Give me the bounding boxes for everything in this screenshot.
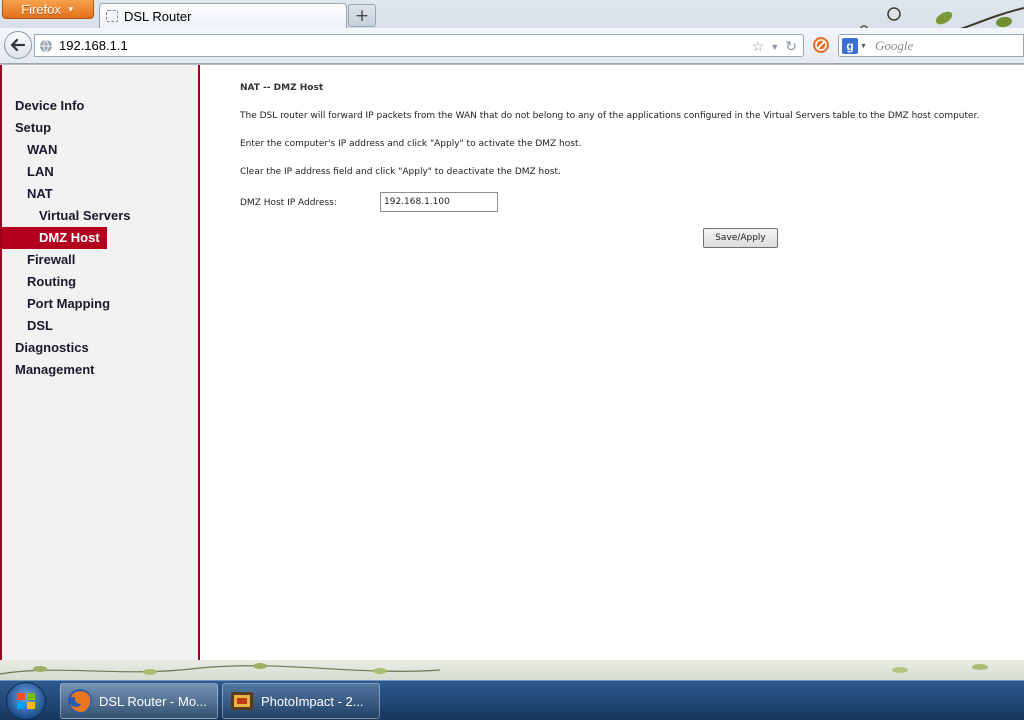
firefox-menu-button[interactable]: Firefox ▼: [2, 0, 94, 19]
sidebar-menu: Device Info Setup WAN LAN NAT Virtual Se…: [2, 95, 198, 381]
windows-logo-icon: [17, 693, 35, 709]
navigation-toolbar: 192.168.1.1 ☆ ▼ ↻ g ▼ Google: [0, 28, 1024, 63]
dmz-ip-input[interactable]: [380, 192, 498, 212]
page-favicon-icon: [106, 10, 118, 22]
router-page: Device Info Setup WAN LAN NAT Virtual Se…: [0, 64, 1024, 661]
sidebar-item-port-mapping[interactable]: Port Mapping: [2, 293, 198, 315]
sidebar-item-setup[interactable]: Setup: [2, 117, 198, 139]
tab-title: DSL Router: [124, 8, 192, 24]
google-engine-icon[interactable]: g: [842, 37, 858, 54]
firefox-button-label: Firefox: [21, 1, 61, 17]
sidebar-item-dmz-host[interactable]: DMZ Host: [2, 227, 107, 249]
save-apply-button[interactable]: Save/Apply: [703, 228, 778, 248]
history-dropdown-icon[interactable]: ▼: [770, 42, 779, 52]
taskbar: DSL Router - Mo... PhotoImpact - 2...: [0, 680, 1024, 720]
url-text: 192.168.1.1: [59, 38, 128, 53]
block-addon-icon[interactable]: [812, 36, 830, 54]
chevron-down-icon[interactable]: ▼: [860, 42, 867, 50]
taskbar-item-firefox[interactable]: DSL Router - Mo...: [60, 683, 218, 719]
back-button[interactable]: [4, 31, 32, 59]
sidebar-item-device-info[interactable]: Device Info: [2, 95, 198, 117]
firefox-icon: [68, 689, 92, 713]
dmz-ip-label: DMZ Host IP Address:: [240, 198, 337, 208]
sidebar-item-virtual-servers[interactable]: Virtual Servers: [2, 205, 198, 227]
sidebar-item-dsl[interactable]: DSL: [2, 315, 198, 337]
floral-bottom-decoration: [0, 660, 1024, 680]
start-button[interactable]: [6, 682, 46, 720]
sidebar-item-management[interactable]: Management: [2, 359, 198, 381]
globe-icon: [40, 39, 52, 52]
chevron-down-icon: ▼: [66, 4, 75, 14]
page-title: NAT -- DMZ Host: [240, 83, 324, 93]
sidebar-item-diagnostics[interactable]: Diagnostics: [2, 337, 198, 359]
taskbar-item-photoimpact[interactable]: PhotoImpact - 2...: [222, 683, 380, 719]
browser-chrome: Firefox ▼ DSL Router + 192.168.1.1 ☆ ▼ ↻: [0, 0, 1024, 64]
sidebar-item-lan[interactable]: LAN: [2, 161, 198, 183]
back-arrow-icon: [10, 38, 26, 52]
deactivate-instructions: Clear the IP address field and click "Ap…: [240, 167, 561, 177]
photoimpact-icon: [231, 692, 253, 710]
sidebar-item-routing[interactable]: Routing: [2, 271, 198, 293]
description-paragraph: The DSL router will forward IP packets f…: [240, 111, 980, 121]
search-placeholder: Google: [874, 37, 914, 53]
browser-tab[interactable]: DSL Router: [99, 3, 347, 28]
taskbar-item-label: PhotoImpact - 2...: [261, 693, 364, 709]
bookmark-star-icon[interactable]: ☆: [752, 38, 765, 55]
reload-icon[interactable]: ↻: [785, 38, 797, 55]
sidebar-item-firewall[interactable]: Firewall: [2, 249, 198, 271]
sidebar-item-nat[interactable]: NAT: [2, 183, 198, 205]
address-bar[interactable]: 192.168.1.1 ☆ ▼ ↻: [34, 34, 804, 57]
new-tab-button[interactable]: +: [348, 4, 376, 27]
sidebar-item-wan[interactable]: WAN: [2, 139, 198, 161]
search-bar[interactable]: g ▼ Google: [838, 34, 1024, 57]
activate-instructions: Enter the computer's IP address and clic…: [240, 139, 582, 149]
vine-decoration: [0, 663, 988, 675]
sidebar: Device Info Setup WAN LAN NAT Virtual Se…: [0, 65, 200, 661]
taskbar-item-label: DSL Router - Mo...: [99, 693, 207, 709]
